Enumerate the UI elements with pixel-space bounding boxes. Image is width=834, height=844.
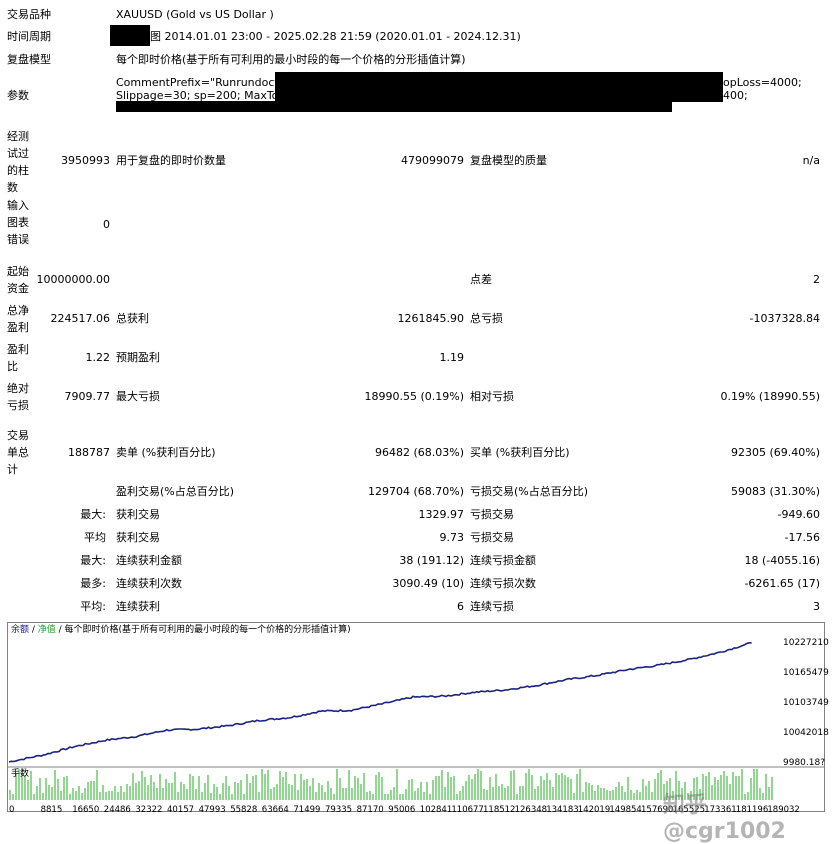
x-tick-label: 16650 [72, 805, 99, 815]
x-tick-label: 32322 [135, 805, 162, 815]
x-tick-label: 87170 [357, 805, 384, 815]
x-tick-label: 40157 [167, 805, 194, 815]
x-tick-label: 0 [9, 805, 14, 815]
x-tick-label: 142019 [578, 805, 610, 815]
x-tick-label: 8815 [41, 805, 63, 815]
y-tick-label: 10103749 [783, 698, 829, 708]
x-tick-label: 47993 [199, 805, 226, 815]
x-tick-label: 95006 [388, 805, 415, 815]
x-tick-label: 55828 [230, 805, 257, 815]
y-tick-label: 10227210 [783, 638, 829, 648]
x-tick-label: 126348 [515, 805, 547, 815]
chart-plot: 10227210 10165479 10103749 10042018 9980.18?… [8, 638, 829, 815]
x-tick-label: 134183 [546, 805, 578, 815]
x-tick-label: 110677 [451, 805, 483, 815]
x-tick-label: 149854 [609, 805, 641, 815]
x-tick-label: 63664 [262, 805, 289, 815]
watermark: 知乎 @cgr1002 [663, 793, 786, 844]
x-tick-label: 24486 [104, 805, 131, 815]
volume-label: 手数 [11, 769, 30, 779]
x-tick-label: 71499 [293, 805, 320, 815]
x-tick-label: 79335 [325, 805, 352, 815]
y-tick-label: 10165479 [783, 668, 829, 678]
balance-line [8, 642, 752, 763]
y-tick-label: 10042018 [783, 728, 829, 738]
x-tick-label: 102841 [420, 805, 452, 815]
x-tick-label: 118512 [483, 805, 515, 815]
y-tick-label: 9980.18? [783, 758, 825, 768]
